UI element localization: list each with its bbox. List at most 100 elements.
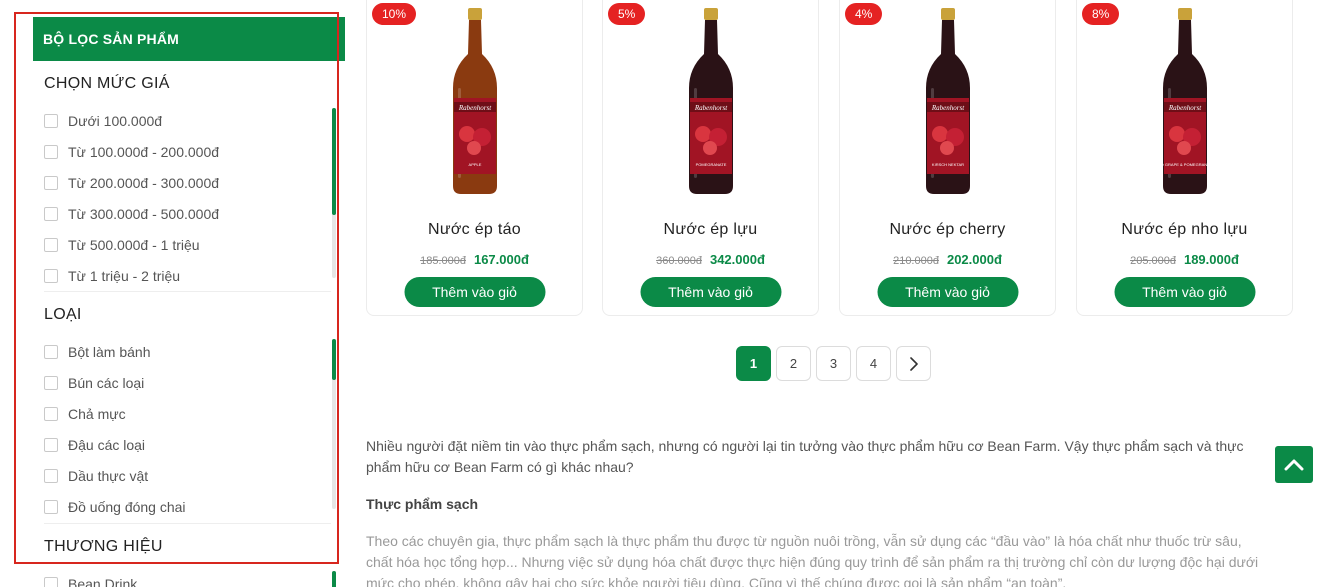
product-image[interactable]: Rabenhorst RED GRAPE & POMEGRANATE: [1155, 6, 1215, 196]
product-card[interactable]: 5% Rabenhorst POMEGRANATE Nước ép lựu 360…: [602, 0, 819, 316]
product-name[interactable]: Nước ép cherry: [840, 221, 1055, 239]
checkbox[interactable]: [44, 113, 58, 128]
price-filter-option[interactable]: Từ 1 triệu - 2 triệu: [44, 260, 331, 283]
brand-filter-option[interactable]: Bean Drink: [44, 568, 331, 587]
bottle-cap: [467, 8, 482, 20]
checkbox[interactable]: [44, 437, 58, 452]
add-to-cart-button[interactable]: Thêm vào giỏ: [877, 277, 1018, 307]
checkbox[interactable]: [44, 406, 58, 421]
type-filter-group: LOẠI Bột làm bánh Bún các loại Chả mực Đ…: [33, 292, 345, 515]
brand-filter-scrollbar[interactable]: [332, 571, 336, 587]
price-row: 360.000đ 342.000đ: [603, 252, 818, 267]
checkbox[interactable]: [44, 268, 58, 283]
scrollbar-thumb[interactable]: [332, 108, 336, 215]
add-to-cart-button[interactable]: Thêm vào giỏ: [404, 277, 545, 307]
price-filter-option[interactable]: Dưới 100.000đ: [44, 105, 331, 136]
back-to-top-button[interactable]: [1275, 446, 1313, 483]
bottle-variant-text: POMEGRANATE: [695, 162, 726, 167]
product-image[interactable]: Rabenhorst KIRSCH NEKTAR: [918, 6, 978, 196]
page-button-3[interactable]: 3: [816, 346, 851, 381]
bottle-variant-text: KIRSCH NEKTAR: [931, 162, 963, 167]
bottle-cap: [1177, 8, 1192, 20]
next-page-button[interactable]: [896, 346, 931, 381]
description-heading: Thực phẩm sạch: [366, 496, 479, 512]
description-body: Theo các chuyên gia, thực phẩm sạch là t…: [366, 533, 1259, 587]
scrollbar-thumb[interactable]: [332, 339, 336, 380]
product-card[interactable]: 10% Rabenhorst APPLE Nước ép táo 185.000đ…: [366, 0, 583, 316]
page-button-1[interactable]: 1: [736, 346, 771, 381]
brand-filter-title: THƯƠNG HIỆU: [44, 538, 163, 555]
chevron-right-icon: [909, 356, 918, 371]
checkbox[interactable]: [44, 344, 58, 359]
price-row: 185.000đ 167.000đ: [367, 252, 582, 267]
add-to-cart-button[interactable]: Thêm vào giỏ: [640, 277, 781, 307]
page-button-4[interactable]: 4: [856, 346, 891, 381]
brand-filter-list[interactable]: Bean Drink: [44, 568, 331, 587]
type-filter-option[interactable]: Bún các loại: [44, 367, 331, 398]
product-card[interactable]: 4% Rabenhorst KIRSCH NEKTAR Nước ép cherr…: [839, 0, 1056, 316]
product-filter-sidebar: BỘ LỌC SẢN PHẨM CHỌN MỨC GIÁ Dưới 100.00…: [33, 17, 345, 587]
price-filter-list[interactable]: Dưới 100.000đ Từ 100.000đ - 200.000đ Từ …: [44, 105, 331, 283]
type-filter-option[interactable]: Chả mực: [44, 398, 331, 429]
checkbox[interactable]: [44, 576, 58, 587]
type-filter-option[interactable]: Dầu thực vật: [44, 460, 331, 491]
discount-badge: 10%: [372, 3, 417, 25]
fruit-graphic: [931, 126, 948, 142]
old-price: 205.000đ: [1130, 255, 1176, 267]
type-filter-option[interactable]: Bột làm bánh: [44, 336, 331, 367]
checkbox[interactable]: [44, 468, 58, 483]
page-button-2[interactable]: 2: [776, 346, 811, 381]
checkbox[interactable]: [44, 499, 58, 514]
checkbox[interactable]: [44, 175, 58, 190]
bottle-variant-text: APPLE: [468, 162, 481, 167]
filter-sidebar-title: BỘ LỌC SẢN PHẨM: [33, 17, 345, 61]
checkbox[interactable]: [44, 375, 58, 390]
pagination: 1 2 3 4: [736, 346, 931, 381]
type-filter-option[interactable]: Đồ uống đóng chai: [44, 491, 331, 515]
price-row: 210.000đ 202.000đ: [840, 252, 1055, 267]
fruit-graphic: [466, 141, 481, 155]
product-image[interactable]: Rabenhorst POMEGRANATE: [681, 6, 741, 196]
fruit-graphic: [1176, 141, 1191, 155]
fruit-graphic: [702, 141, 717, 155]
price-filter-title: CHỌN MỨC GIÁ: [44, 75, 170, 92]
bottle-brand-text: Rabenhorst: [930, 104, 964, 112]
bottle-variant-text: RED GRAPE & POMEGRANATE: [1155, 162, 1215, 167]
product-name[interactable]: Nước ép táo: [367, 221, 582, 239]
price-filter-scrollbar[interactable]: [332, 108, 336, 278]
product-image[interactable]: Rabenhorst APPLE: [445, 6, 505, 196]
fruit-graphic: [458, 126, 475, 142]
checkbox[interactable]: [44, 206, 58, 221]
discount-badge: 8%: [1082, 3, 1120, 25]
sale-price: 189.000đ: [1183, 252, 1239, 267]
old-price: 360.000đ: [656, 255, 702, 267]
price-filter-option[interactable]: Từ 500.000đ - 1 triệu: [44, 229, 331, 260]
product-name[interactable]: Nước ép lựu: [603, 221, 818, 239]
chevron-up-icon: [1284, 459, 1304, 470]
add-to-cart-button[interactable]: Thêm vào giỏ: [1114, 277, 1255, 307]
price-filter-option[interactable]: Từ 200.000đ - 300.000đ: [44, 167, 331, 198]
price-row: 205.000đ 189.000đ: [1077, 252, 1292, 267]
product-name[interactable]: Nước ép nho lựu: [1077, 221, 1292, 239]
checkbox[interactable]: [44, 237, 58, 252]
bottle-brand-text: Rabenhorst: [457, 104, 491, 112]
sale-price: 167.000đ: [473, 252, 529, 267]
type-filter-scrollbar[interactable]: [332, 339, 336, 509]
type-filter-list[interactable]: Bột làm bánh Bún các loại Chả mực Đậu cá…: [44, 336, 331, 515]
discount-badge: 5%: [608, 3, 646, 25]
category-description: Nhiều người đặt niềm tin vào thực phẩm s…: [366, 436, 1271, 587]
product-card[interactable]: 8% Rabenhorst RED GRAPE & POMEGRANATE Nướ…: [1076, 0, 1293, 316]
scrollbar-thumb[interactable]: [332, 571, 336, 587]
price-filter-option[interactable]: Từ 300.000đ - 500.000đ: [44, 198, 331, 229]
bottle-brand-text: Rabenhorst: [693, 104, 727, 112]
bottle-cap: [940, 8, 955, 20]
sale-price: 202.000đ: [946, 252, 1002, 267]
checkbox[interactable]: [44, 144, 58, 159]
bottle-brand-text: Rabenhorst: [1167, 104, 1201, 112]
price-filter-option[interactable]: Từ 100.000đ - 200.000đ: [44, 136, 331, 167]
type-filter-option[interactable]: Đậu các loại: [44, 429, 331, 460]
old-price: 210.000đ: [893, 255, 939, 267]
discount-badge: 4%: [845, 3, 883, 25]
bottle-cap: [703, 8, 718, 20]
fruit-graphic: [1168, 126, 1185, 142]
